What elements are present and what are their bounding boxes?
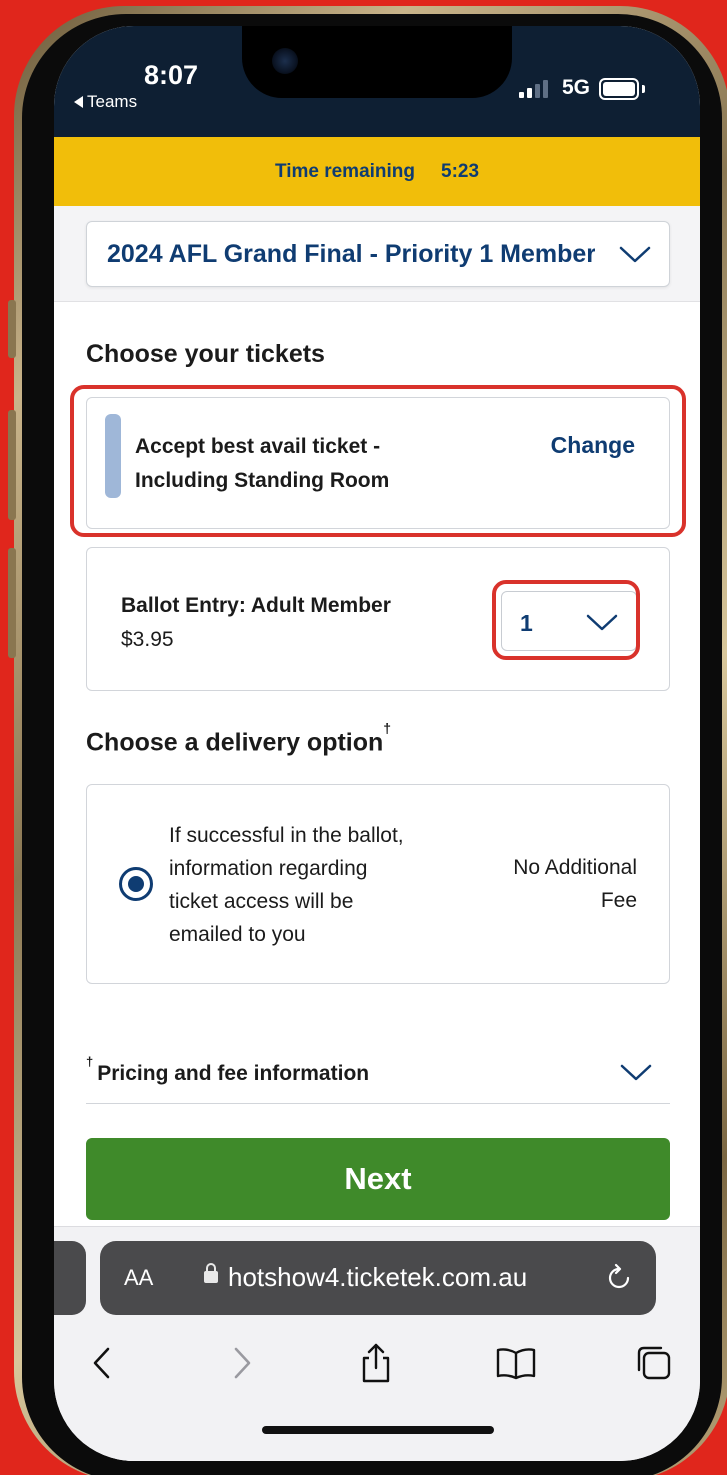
radio-selected-dot <box>128 876 144 892</box>
choose-tickets-heading: Choose your tickets <box>86 340 325 368</box>
pricing-dagger: † <box>86 1054 94 1069</box>
pricing-info-text: Pricing and fee information <box>97 1062 370 1085</box>
back-triangle-icon <box>74 96 83 108</box>
chevron-down-icon <box>619 246 651 263</box>
volume-down-button <box>8 548 16 658</box>
back-to-app-link[interactable]: Teams <box>74 92 137 112</box>
browser-nav-row <box>54 1331 700 1395</box>
pricing-info-toggle[interactable]: †Pricing and fee information <box>86 1052 670 1104</box>
address-bar[interactable]: AA hotshow4.ticketek.com.au <box>100 1241 656 1315</box>
delivery-heading-dagger: † <box>383 720 392 736</box>
quantity-highlight <box>492 580 640 660</box>
next-button[interactable]: Next <box>86 1138 670 1220</box>
delivery-option-card[interactable]: If successful in the ballot, information… <box>86 784 670 984</box>
tabs-button[interactable] <box>624 1331 684 1395</box>
back-app-label: Teams <box>87 92 138 111</box>
battery-icon <box>599 78 639 100</box>
time-remaining-value: 5:23 <box>441 160 480 182</box>
delivery-heading-text: Choose a delivery option <box>86 728 384 757</box>
book-icon <box>496 1348 536 1380</box>
home-indicator[interactable] <box>262 1426 494 1434</box>
ticket-type-highlight <box>70 385 686 537</box>
signal-strength-icon <box>519 80 548 98</box>
back-button[interactable] <box>72 1331 132 1395</box>
phone-screen: 8:07 Teams 5G Time remaining 5:23 2024 A… <box>54 26 700 1461</box>
battery-tip <box>642 85 645 93</box>
pricing-info-label: †Pricing and fee information <box>86 1054 370 1086</box>
forward-button[interactable] <box>212 1331 272 1395</box>
share-button[interactable] <box>346 1331 406 1395</box>
delivery-heading: Choose a delivery option† <box>86 720 391 757</box>
chevron-left-icon <box>93 1347 110 1379</box>
delivery-option-description: If successful in the ballot, information… <box>169 819 469 951</box>
lock-icon <box>204 1263 218 1283</box>
event-select-value: 2024 AFL Grand Final - Priority 1 Member <box>107 240 595 268</box>
delivery-fee-line-2: Fee <box>600 889 637 912</box>
reader-options-button[interactable]: AA <box>124 1265 153 1291</box>
delivery-desc-line-4: emailed to you <box>169 923 306 946</box>
time-remaining-label: Time remaining <box>274 160 416 182</box>
ballot-entry-price: $3.95 <box>121 628 174 651</box>
camera-icon <box>272 48 298 74</box>
delivery-desc-line-3: ticket access will be <box>169 890 354 913</box>
share-icon <box>362 1343 390 1383</box>
previous-tab-preview[interactable] <box>54 1241 86 1315</box>
delivery-fee-line-1: No Additional <box>513 856 637 879</box>
bookmarks-button[interactable] <box>486 1331 546 1395</box>
mute-switch <box>8 300 16 358</box>
time-remaining-banner: Time remaining 5:23 <box>54 137 700 206</box>
chevron-right-icon <box>234 1347 251 1379</box>
status-bar: 8:07 Teams 5G <box>54 26 700 137</box>
network-type: 5G <box>562 76 591 99</box>
url-text: hotshow4.ticketek.com.au <box>228 1262 528 1292</box>
ballot-entry-name: Ballot Entry: Adult Member <box>121 594 391 617</box>
delivery-fee: No Additional Fee <box>467 851 637 917</box>
delivery-option-radio[interactable] <box>119 867 153 901</box>
reload-icon[interactable] <box>602 1261 636 1295</box>
tabs-icon <box>637 1346 671 1380</box>
volume-up-button <box>8 410 16 520</box>
delivery-desc-line-2: information regarding <box>169 857 368 880</box>
chevron-down-icon <box>620 1064 652 1081</box>
delivery-desc-line-1: If successful in the ballot, <box>169 824 404 847</box>
event-select[interactable]: 2024 AFL Grand Final - Priority 1 Member <box>86 221 670 287</box>
status-time: 8:07 <box>144 60 199 90</box>
